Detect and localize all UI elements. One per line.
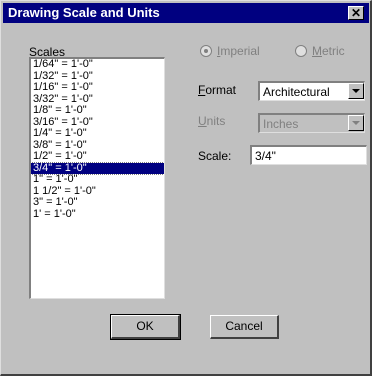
metric-label: Metric [312,44,345,58]
scale-list-item[interactable]: 1' = 1'-0" [31,208,164,221]
format-dropdown[interactable]: Architectural [258,81,365,101]
chevron-down-icon [352,89,360,93]
format-value: Architectural [263,85,330,99]
title-bar[interactable]: Drawing Scale and Units ✕ [3,3,369,23]
radio-checked-icon [200,45,212,57]
ok-button[interactable]: OK [110,314,181,340]
scale-list-item[interactable]: 1/8" = 1'-0" [31,104,164,117]
chevron-down-icon [352,121,360,125]
cancel-button[interactable]: Cancel [210,315,279,339]
format-label: Format [198,83,237,97]
scale-label: Scale: [198,149,232,163]
units-dropdown[interactable]: Inches [258,113,365,133]
units-dropdown-button[interactable] [348,115,364,131]
drawing-scale-dialog: Drawing Scale and Units ✕ Scales 1/64" =… [0,0,372,376]
close-button[interactable]: ✕ [348,6,364,20]
dialog-title: Drawing Scale and Units [8,5,160,20]
scale-list-item[interactable]: 3" = 1'-0" [31,196,164,209]
scale-list-item[interactable]: 1" = 1'-0" [31,173,164,186]
scale-list-item[interactable]: 1/2" = 1'-0" [31,150,164,163]
units-value: Inches [263,117,299,131]
metric-radio[interactable]: Metric [295,44,345,58]
scale-list-item[interactable]: 1/4" = 1'-0" [31,127,164,140]
close-icon: ✕ [350,6,362,20]
imperial-radio[interactable]: Imperial [200,44,260,58]
format-dropdown-button[interactable] [348,83,364,99]
scale-input[interactable]: 3/4" [250,145,367,165]
scales-listbox[interactable]: 1/64" = 1'-0" 1/32" = 1'-0" 1/16" = 1'-0" 3… [29,57,165,299]
scale-list-item[interactable]: 1/16" = 1'-0" [31,81,164,94]
radio-unchecked-icon [295,45,307,57]
units-label: Units [198,114,226,128]
scale-list-item[interactable]: 1/64" = 1'-0" [31,59,164,71]
imperial-label: Imperial [217,44,260,58]
